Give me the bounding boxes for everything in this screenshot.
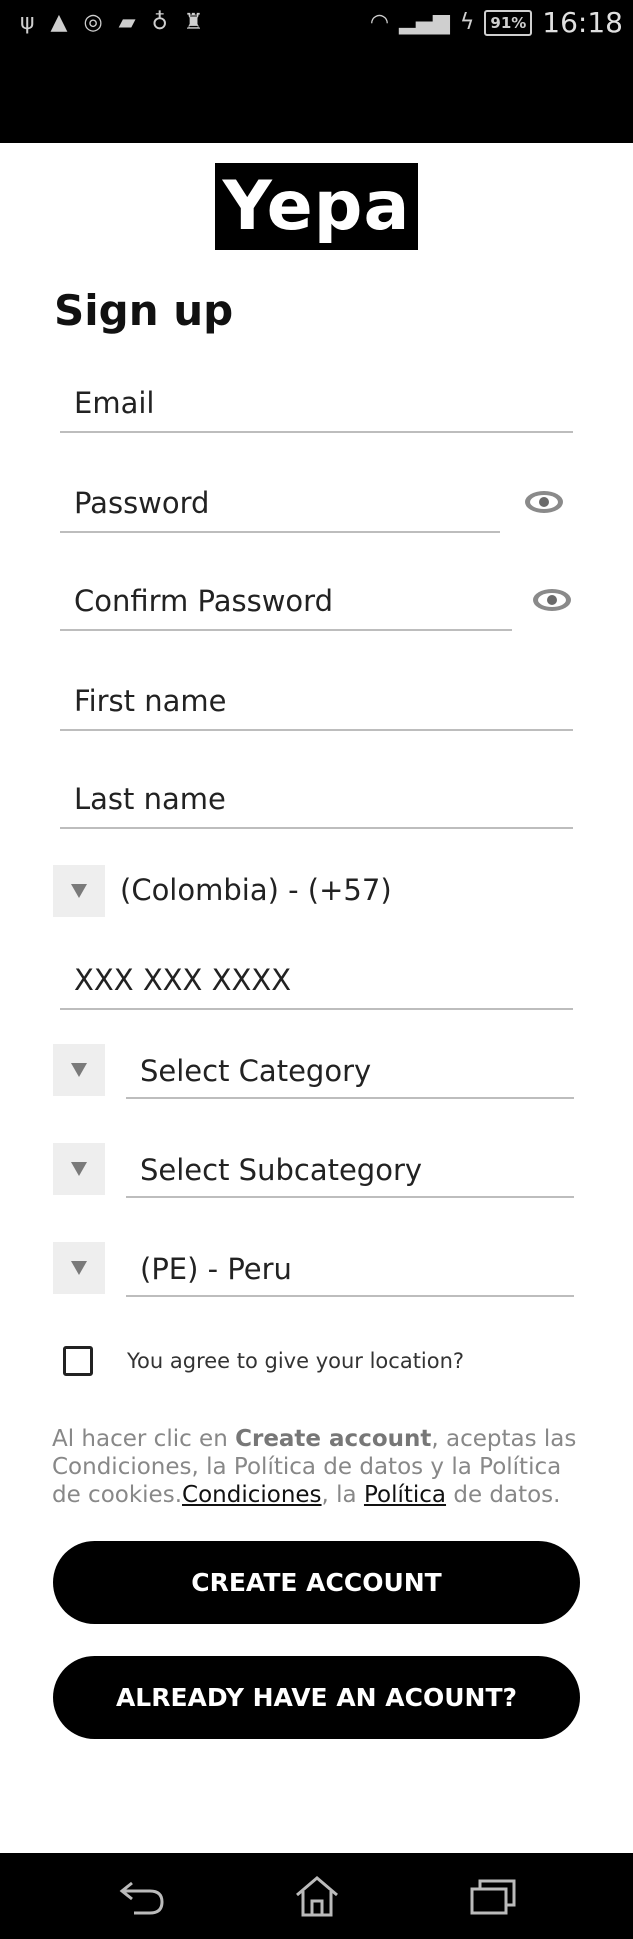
triangle-down-icon	[71, 884, 87, 898]
lightbulb-icon: ♁	[151, 10, 168, 35]
eye-icon[interactable]	[531, 586, 573, 614]
terms-suffix: de datos.	[446, 1482, 561, 1508]
home-icon[interactable]	[289, 1873, 345, 1919]
country-code-value[interactable]: (Colombia) - (+57)	[120, 873, 392, 907]
eye-icon[interactable]	[523, 488, 565, 516]
app-logo: Yepa	[215, 163, 418, 250]
terms-bold: Create account	[235, 1426, 432, 1452]
create-account-button[interactable]: CREATE ACCOUNT	[53, 1541, 580, 1624]
page-title: Sign up	[54, 286, 234, 335]
location-checkbox-label[interactable]: You agree to give your location?	[127, 1349, 464, 1373]
notification-icons: ψ ▲ ◎ ▰ ♁ ♜	[20, 10, 203, 36]
last-name-input[interactable]	[60, 771, 573, 827]
android-icon: ♜	[183, 10, 204, 35]
conditions-link[interactable]: Condiciones	[182, 1482, 322, 1508]
terms-text: Al hacer clic en Create account, aceptas…	[52, 1425, 592, 1509]
system-status: ◠ ▂▄▆ ϟ 91% 16:18	[370, 6, 623, 40]
location-checkbox[interactable]	[63, 1346, 93, 1376]
policy-link[interactable]: Política	[364, 1482, 446, 1508]
email-input[interactable]	[60, 375, 573, 431]
back-icon[interactable]	[114, 1873, 170, 1919]
confirm-password-input[interactable]	[60, 573, 512, 629]
charging-icon: ϟ	[459, 10, 475, 35]
sim-icon: ▰	[118, 10, 136, 35]
country-select[interactable]: (PE) - Peru	[126, 1241, 574, 1297]
password-field-container	[60, 475, 500, 533]
status-bar: ψ ▲ ◎ ▰ ♁ ♜ ◠ ▂▄▆ ϟ 91% 16:18	[0, 0, 633, 143]
category-dropdown-arrow[interactable]	[53, 1044, 105, 1096]
first-name-input[interactable]	[60, 673, 573, 729]
last-name-field-container	[60, 771, 573, 829]
battery-indicator: 91%	[484, 10, 533, 36]
confirm-password-field-container	[60, 573, 512, 631]
triangle-down-icon	[71, 1063, 87, 1077]
triangle-down-icon	[71, 1261, 87, 1275]
phone-input[interactable]	[60, 952, 573, 1008]
already-have-account-button[interactable]: ALREADY HAVE AN ACOUNT?	[53, 1656, 580, 1739]
navigation-bar	[0, 1853, 633, 1939]
terms-prefix: Al hacer clic en	[52, 1426, 236, 1452]
phone-field-container	[60, 952, 573, 1010]
wifi-icon: ◠	[369, 10, 390, 35]
category-select[interactable]: Select Category	[126, 1043, 574, 1099]
triangle-down-icon	[71, 1162, 87, 1176]
email-field-container	[60, 375, 573, 433]
clock: 16:18	[542, 6, 623, 39]
subcategory-dropdown-arrow[interactable]	[53, 1143, 105, 1195]
country-code-dropdown-arrow[interactable]	[53, 865, 105, 917]
recent-apps-icon[interactable]	[464, 1873, 520, 1919]
terms-separator: , la	[321, 1482, 364, 1508]
signal-icon: ▂▄▆	[399, 10, 450, 35]
first-name-field-container	[60, 673, 573, 731]
usb-icon: ψ	[20, 10, 35, 35]
whatsapp-icon: ◎	[83, 10, 103, 35]
subcategory-select[interactable]: Select Subcategory	[126, 1142, 574, 1198]
country-dropdown-arrow[interactable]	[53, 1242, 105, 1294]
warning-icon: ▲	[50, 10, 68, 35]
password-input[interactable]	[60, 475, 500, 531]
